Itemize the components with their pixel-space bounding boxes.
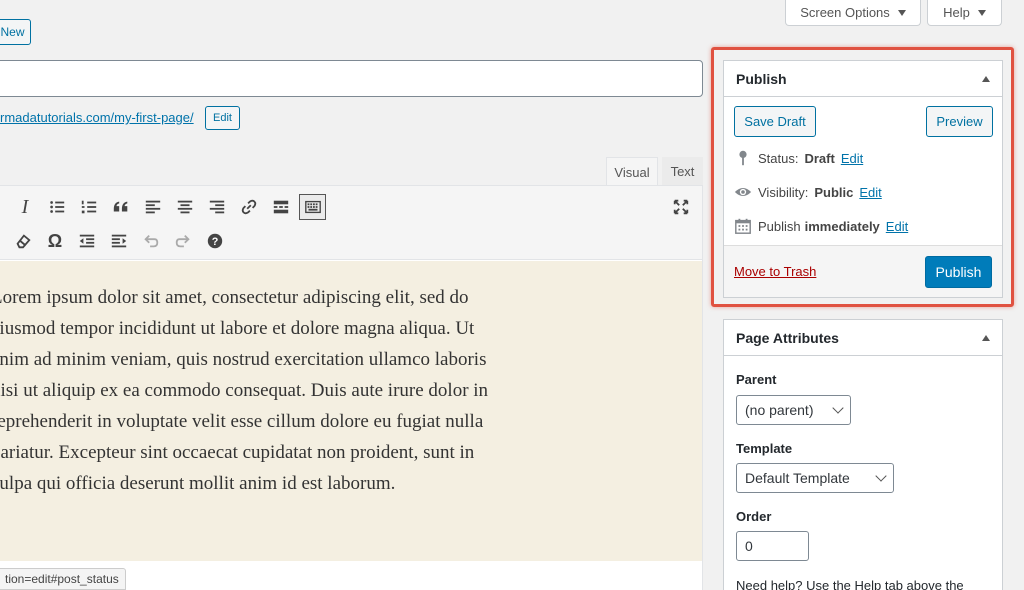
link-icon[interactable] xyxy=(239,197,259,217)
chevron-down-icon xyxy=(875,470,887,482)
caret-down-icon xyxy=(977,9,986,16)
numbered-list-icon[interactable] xyxy=(79,197,99,217)
editor-line: pariatur. Excepteur sint occaecat cupida… xyxy=(0,442,475,463)
read-more-icon[interactable] xyxy=(271,197,291,217)
template-select[interactable]: Default Template xyxy=(736,463,894,493)
collapse-toggle-icon[interactable] xyxy=(982,334,990,341)
align-left-icon[interactable] xyxy=(143,197,163,217)
help-icon[interactable]: ? xyxy=(205,231,225,251)
permalink-edit-button[interactable]: Edit xyxy=(205,106,240,130)
page-attributes-header[interactable]: Page Attributes xyxy=(724,320,1002,356)
screen-options-label: Screen Options xyxy=(800,5,890,20)
add-new-button[interactable]: New xyxy=(0,19,31,45)
editor-line: culpa qui officia deserunt mollit anim i… xyxy=(0,473,396,494)
page-attributes-box: Page Attributes Parent (no parent) Templ… xyxy=(723,319,1003,590)
page-attributes-help-text: Need help? Use the Help tab above the xyxy=(736,578,964,590)
svg-text:?: ? xyxy=(212,236,219,248)
redo-icon[interactable] xyxy=(173,231,193,251)
editor-line: nisi ut aliquip ex ea commodo consequat.… xyxy=(0,380,489,401)
editor-line: eiusmod tempor incididunt ut labore et d… xyxy=(0,318,475,339)
status-url-text: tion=edit#post_status xyxy=(5,572,119,586)
title-input[interactable] xyxy=(0,60,703,97)
tab-visual[interactable]: Visual xyxy=(606,157,658,187)
tab-visual-label: Visual xyxy=(614,165,650,180)
editor-line: reprehenderit in voluptate velit esse ci… xyxy=(0,411,484,432)
permalink-url[interactable]: rmadatutorials.com/my-first-page/ xyxy=(0,110,194,125)
order-input[interactable] xyxy=(736,531,809,561)
template-label: Template xyxy=(736,441,793,456)
editor-toolbar: I Ω ? xyxy=(0,186,702,260)
screen-options-tab[interactable]: Screen Options xyxy=(785,0,921,26)
undo-icon[interactable] xyxy=(141,231,161,251)
blockquote-icon[interactable] xyxy=(111,197,131,217)
special-character-icon[interactable]: Ω xyxy=(45,231,65,251)
align-center-icon[interactable] xyxy=(175,197,195,217)
chevron-down-icon xyxy=(832,402,844,414)
parent-select-value: (no parent) xyxy=(745,402,814,418)
editor-line: Lorem ipsum dolor sit amet, consectetur … xyxy=(0,287,469,308)
parent-label: Parent xyxy=(736,372,777,387)
editor-line: enim ad minim veniam, quis nostrud exerc… xyxy=(0,349,487,370)
editor-content[interactable]: Lorem ipsum dolor sit amet, consectetur … xyxy=(0,261,702,561)
template-select-value: Default Template xyxy=(745,470,850,486)
clear-formatting-icon[interactable] xyxy=(13,231,33,251)
help-label: Help xyxy=(943,5,970,20)
parent-select[interactable]: (no parent) xyxy=(736,395,851,425)
help-tab[interactable]: Help xyxy=(927,0,1002,26)
outdent-icon[interactable] xyxy=(77,231,97,251)
bullet-list-icon[interactable] xyxy=(47,197,67,217)
page-attributes-title: Page Attributes xyxy=(736,329,839,346)
caret-down-icon xyxy=(897,9,906,16)
status-url-tooltip: tion=edit#post_status xyxy=(0,568,126,590)
indent-icon[interactable] xyxy=(109,231,129,251)
tab-text[interactable]: Text xyxy=(662,157,703,185)
italic-icon[interactable]: I xyxy=(15,196,35,218)
align-right-icon[interactable] xyxy=(207,197,227,217)
tab-text-label: Text xyxy=(670,163,695,179)
fullscreen-icon[interactable] xyxy=(671,197,691,217)
toolbar-toggle-icon[interactable] xyxy=(299,194,326,220)
publish-highlight-frame xyxy=(711,47,1014,307)
order-label: Order xyxy=(736,509,772,524)
